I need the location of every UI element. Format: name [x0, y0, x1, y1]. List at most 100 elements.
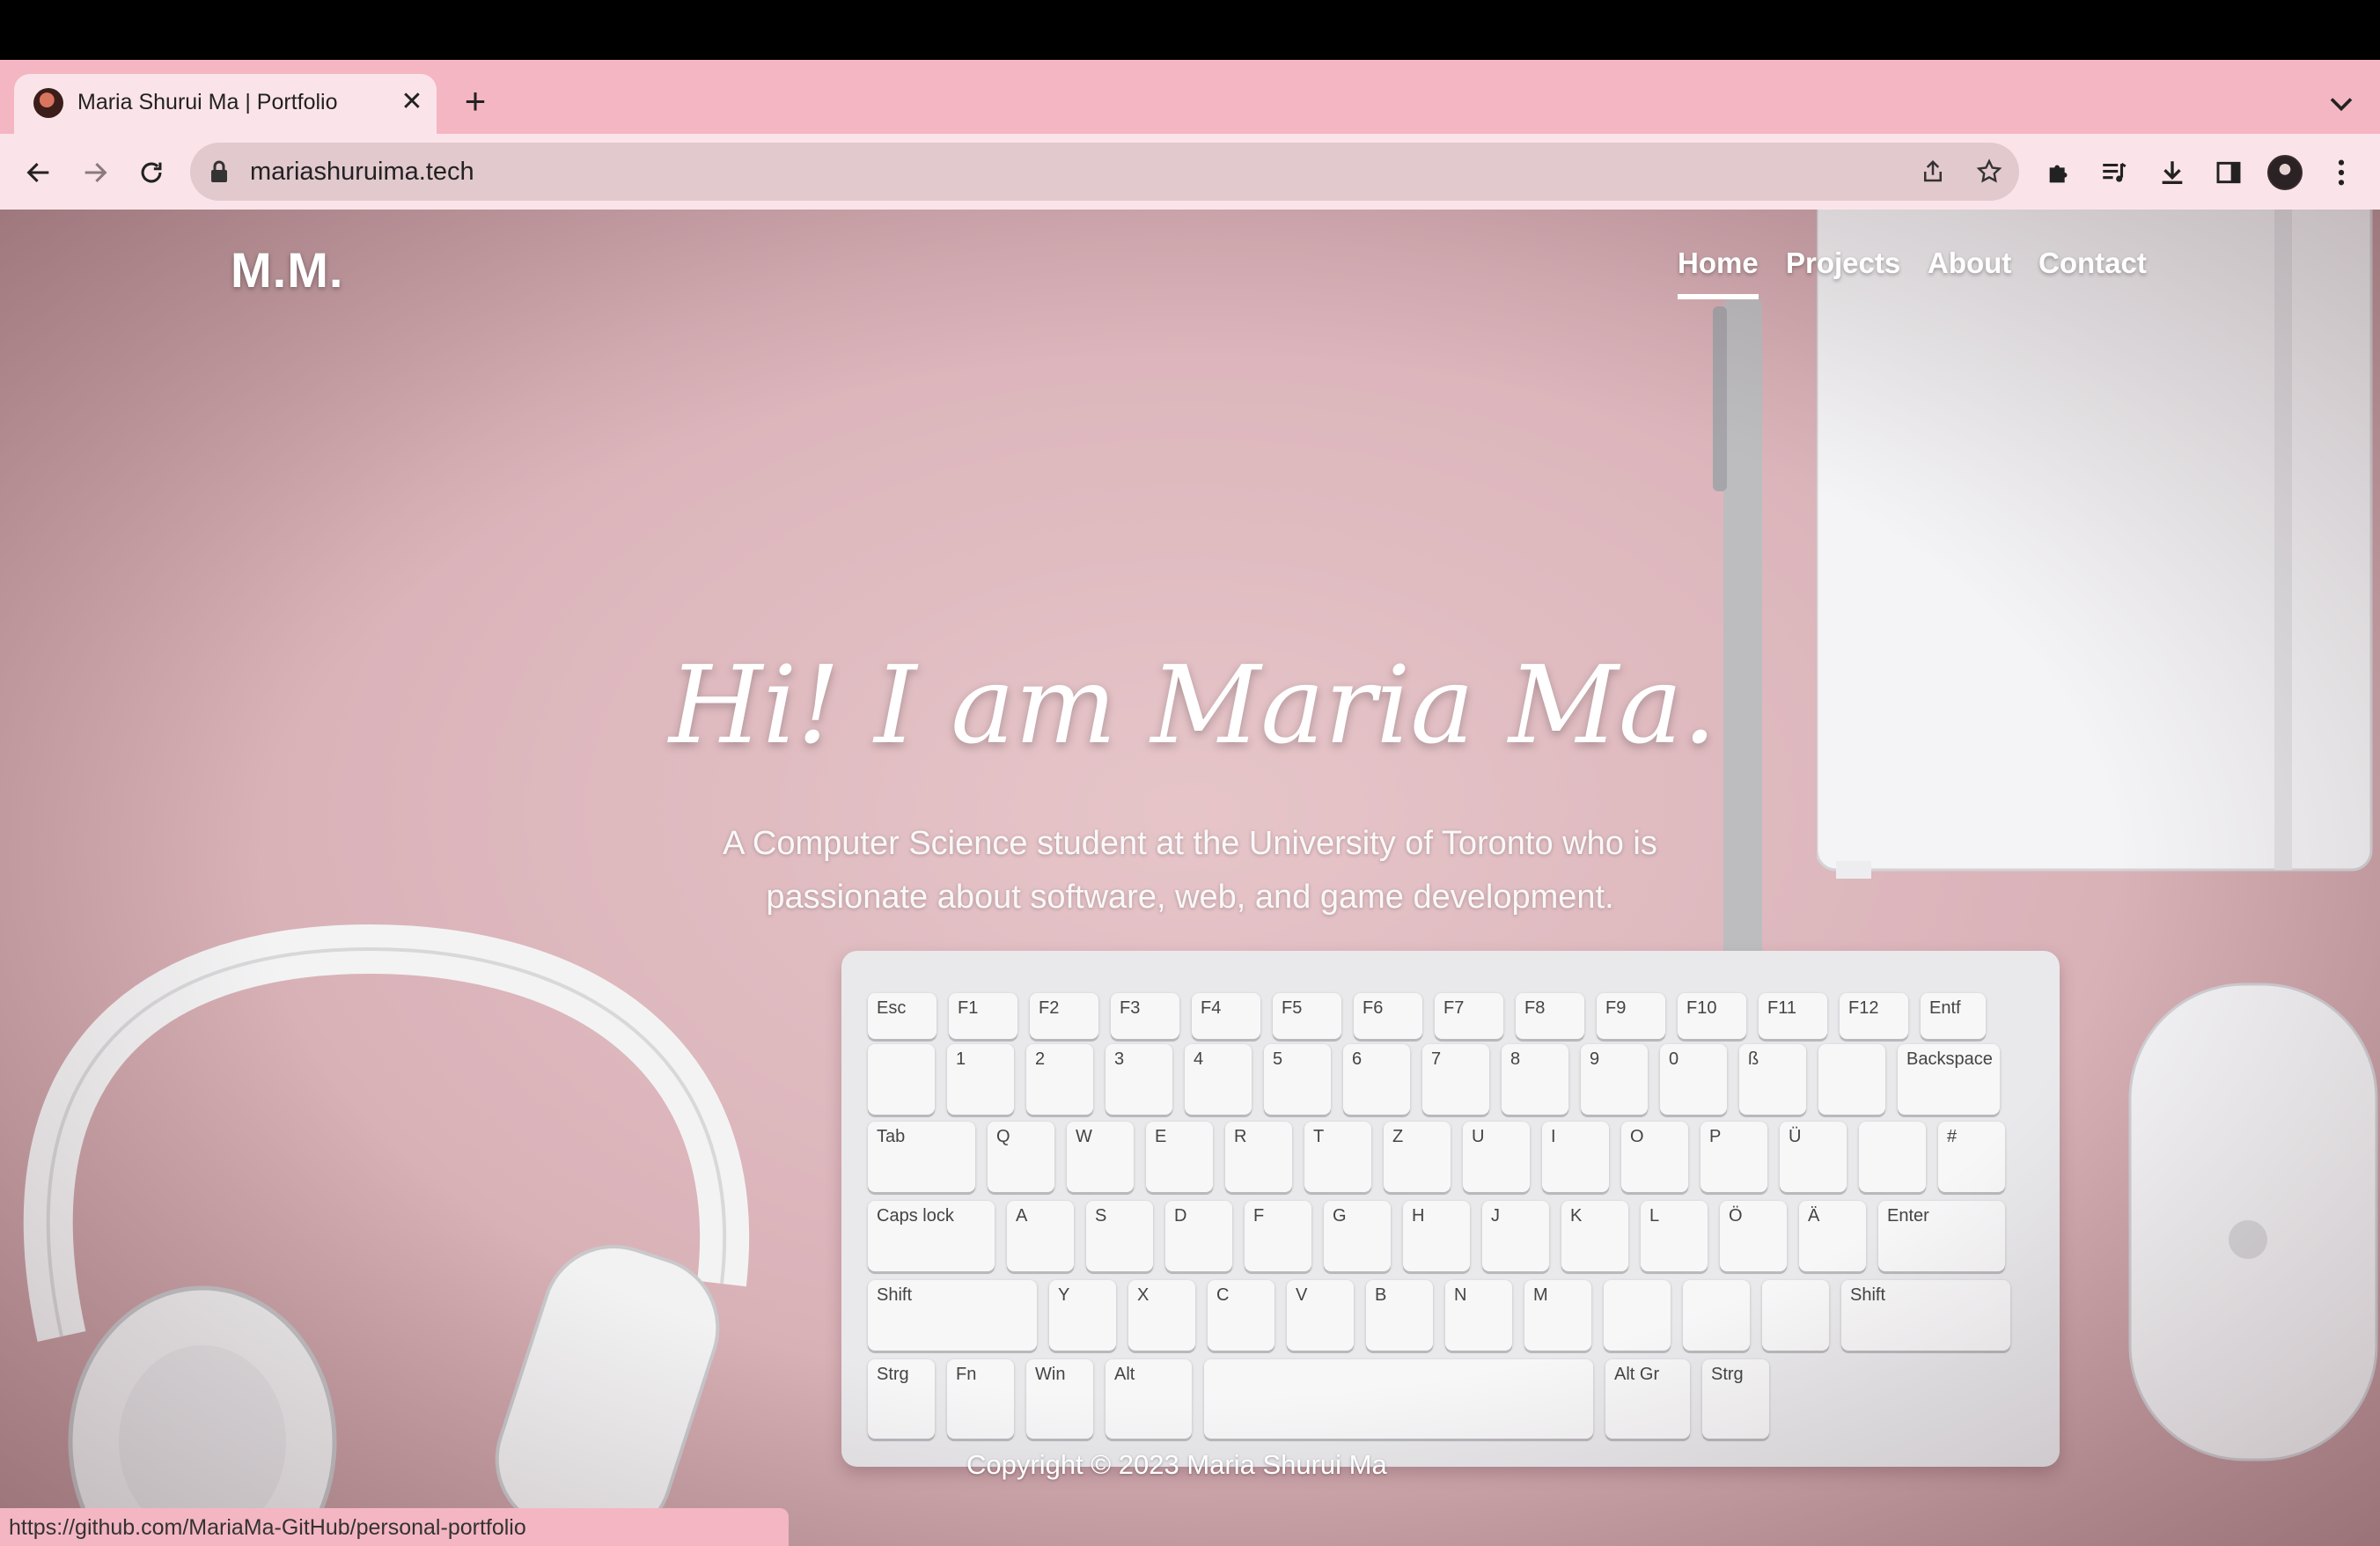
keyboard-key: 7: [1422, 1044, 1489, 1115]
keyboard-key: M: [1524, 1280, 1591, 1351]
keyboard-key: F6: [1354, 993, 1422, 1039]
keyboard-key: F10: [1678, 993, 1746, 1039]
keyboard-key: Ö: [1720, 1201, 1787, 1271]
keyboard-key: Entf: [1921, 993, 1986, 1039]
keyboard-key: F12: [1840, 993, 1908, 1039]
keyboard-key: ß: [1739, 1044, 1806, 1115]
keyboard-key: B: [1366, 1280, 1433, 1351]
keyboard-key: Enter: [1878, 1201, 2005, 1271]
back-arrow-icon: [26, 162, 49, 183]
keyboard-key: Shift: [868, 1280, 1037, 1351]
address-bar[interactable]: mariashuruima.tech: [190, 143, 2019, 201]
keyboard-key: F3: [1111, 993, 1179, 1039]
keyboard-key: Z: [1384, 1122, 1451, 1192]
keyboard-key: 3: [1106, 1044, 1172, 1115]
keyboard-key: 9: [1581, 1044, 1648, 1115]
keyboard-key: F2: [1030, 993, 1098, 1039]
side-panel-icon: [2216, 161, 2241, 184]
keyboard-key: [1859, 1122, 1926, 1192]
chevron-down-icon: [2330, 98, 2353, 112]
avatar: [2267, 155, 2303, 190]
keyboard-key: [868, 1044, 935, 1115]
keyboard-key: F4: [1192, 993, 1260, 1039]
keyboard-key: 0: [1660, 1044, 1727, 1115]
hero-subtitle: A Computer Science student at the Univer…: [723, 825, 1657, 916]
keyboard-key: K: [1561, 1201, 1628, 1271]
keyboard-key: Alt Gr: [1605, 1359, 1690, 1439]
back-button[interactable]: [16, 150, 62, 195]
keyboard-key: A: [1007, 1201, 1074, 1271]
profile-button[interactable]: [2262, 150, 2308, 195]
keyboard-key: Strg: [1702, 1359, 1769, 1439]
keyboard-key: E: [1146, 1122, 1213, 1192]
keyboard-key: Fn: [947, 1359, 1014, 1439]
screen-top-bar: [0, 0, 2380, 60]
keyboard-key: [1604, 1280, 1671, 1351]
browser-menu-button[interactable]: [2318, 150, 2364, 195]
nav-link-projects[interactable]: Projects: [1786, 247, 1900, 280]
keyboard-key: Y: [1049, 1280, 1116, 1351]
keyboard-key: [1683, 1280, 1750, 1351]
lock-icon[interactable]: [209, 160, 229, 183]
nav-link-contact[interactable]: Contact: [2038, 247, 2147, 280]
tab-search-button[interactable]: [2322, 85, 2361, 123]
keyboard-key: [1818, 1044, 1885, 1115]
nav-link-home[interactable]: Home: [1678, 247, 1759, 280]
keyboard-key: Alt: [1106, 1359, 1192, 1439]
forward-button[interactable]: [72, 150, 118, 195]
status-bar-link-preview: https://github.com/MariaMa-GitHub/person…: [0, 1508, 789, 1546]
forward-arrow-icon: [84, 162, 107, 183]
keyboard-key: 1: [947, 1044, 1014, 1115]
keyboard-key: L: [1641, 1201, 1708, 1271]
keyboard-key: Q: [988, 1122, 1054, 1192]
close-tab-icon[interactable]: ✕: [394, 85, 430, 120]
browser-tab[interactable]: Maria Shurui Ma | Portfolio ✕: [14, 74, 437, 134]
keyboard-key: Backspace: [1898, 1044, 2000, 1115]
status-url: https://github.com/MariaMa-GitHub/person…: [9, 1515, 526, 1540]
puzzle-icon: [2049, 165, 2068, 183]
keyboard-key: Caps lock: [868, 1201, 995, 1271]
download-icon: [2162, 161, 2183, 185]
keyboard-key: Esc: [868, 993, 937, 1039]
star-icon: [1976, 158, 2002, 183]
keyboard-key: F1: [949, 993, 1017, 1039]
keyboard-key: R: [1225, 1122, 1292, 1192]
keyboard-key: F7: [1435, 993, 1503, 1039]
keyboard-key: F: [1245, 1201, 1311, 1271]
keyboard-key: 2: [1026, 1044, 1093, 1115]
keyboard-key: N: [1445, 1280, 1512, 1351]
keyboard-key: Ü: [1780, 1122, 1847, 1192]
keyboard-key: Win: [1026, 1359, 1093, 1439]
keyboard-key: F9: [1597, 993, 1665, 1039]
nav-active-indicator: [1678, 294, 1759, 299]
reload-icon: [141, 162, 162, 183]
keyboard-key: D: [1165, 1201, 1232, 1271]
keyboard-key: I: [1542, 1122, 1609, 1192]
keyboard-key: W: [1067, 1122, 1134, 1192]
footer-copyright: Copyright © 2023 Maria Shurui Ma: [966, 1449, 1387, 1480]
tab-title: Maria Shurui Ma | Portfolio: [77, 90, 338, 114]
downloads-button[interactable]: [2149, 150, 2195, 195]
keyboard-key: 5: [1264, 1044, 1331, 1115]
keyboard-key: O: [1621, 1122, 1688, 1192]
keyboard-key: Tab: [868, 1122, 975, 1192]
media-control-button[interactable]: [2091, 150, 2137, 195]
new-tab-button[interactable]: +: [454, 81, 496, 123]
reload-button[interactable]: [129, 150, 174, 195]
keyboard-key: Strg: [868, 1359, 935, 1439]
keyboard-key: 4: [1185, 1044, 1252, 1115]
playlist-icon: [2103, 162, 2127, 182]
bookmark-button[interactable]: [1972, 154, 2007, 189]
keyboard-key: Shift: [1841, 1280, 2010, 1351]
nav-link-about[interactable]: About: [1928, 247, 2011, 280]
keyboard-key: F11: [1759, 993, 1827, 1039]
share-icon: [1924, 159, 1942, 182]
site-logo[interactable]: M.M.: [231, 241, 343, 298]
share-button[interactable]: [1915, 154, 1950, 189]
url-text[interactable]: mariashuruima.tech: [250, 158, 474, 187]
hero-title: Hi! I am Maria Ma.: [669, 643, 1717, 768]
keyboard-key: X: [1128, 1280, 1195, 1351]
side-panel-button[interactable]: [2206, 150, 2251, 195]
notebook-illustration: [1817, 210, 2373, 879]
extensions-button[interactable]: [2037, 150, 2082, 195]
